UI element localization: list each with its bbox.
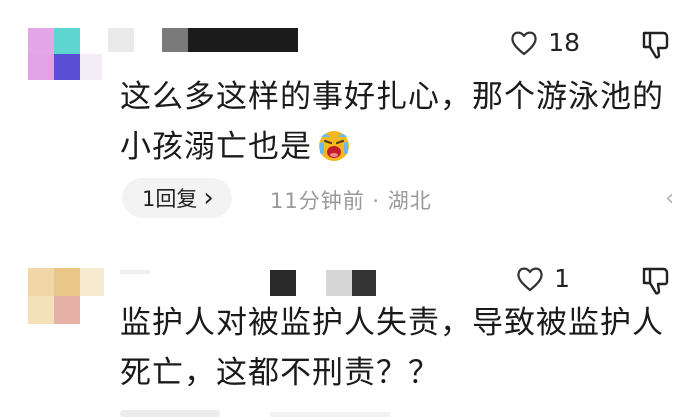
avatar-pixel (28, 54, 54, 80)
censor-block (352, 270, 376, 296)
avatar-pixel (28, 296, 54, 324)
avatar-pixel (54, 54, 80, 80)
censor-block (326, 270, 352, 296)
comment-1: 18 这么多这样的事好扎心，那个游泳池的 小孩溺亡也是 1回复 › 11分钟前 … (0, 0, 692, 240)
like-button[interactable]: 1 (516, 264, 580, 293)
comment-text: 监护人对被监护人失责，导致被监护人 死亡，这都不刑责？？ (120, 298, 680, 398)
comment-text-line: 小孩溺亡也是 (120, 122, 680, 172)
comment-text-fragment: 小孩溺亡也是 (120, 129, 312, 165)
thumb-down-icon[interactable] (642, 266, 670, 296)
censor-block (270, 270, 296, 296)
comment-meta: 11分钟前 · 湖北 (270, 189, 432, 213)
comment-2: 1 监护人对被监护人失责，导致被监护人 死亡，这都不刑责？？ (0, 240, 692, 417)
crying-emoji-icon (319, 131, 349, 161)
avatar-pixel (80, 268, 104, 296)
avatar-pixel (54, 28, 80, 54)
avatar-pixel (28, 28, 54, 54)
avatar[interactable] (24, 268, 108, 326)
cropped-reply-row (120, 410, 420, 417)
censor-block (188, 28, 298, 52)
censor-block (108, 28, 134, 52)
like-count: 1 (554, 264, 570, 293)
censor-block (162, 28, 188, 52)
chevron-right-icon: › (203, 183, 214, 213)
more-options-icon[interactable]: ‹ (665, 186, 674, 211)
avatar-pixel (54, 268, 80, 296)
censor-block (120, 270, 150, 274)
cropped-element (120, 410, 220, 417)
comment-text: 这么多这样的事好扎心，那个游泳池的 小孩溺亡也是 (120, 72, 680, 172)
heart-outline-icon (517, 267, 543, 291)
like-count: 18 (548, 28, 580, 57)
username-censored[interactable] (120, 270, 380, 298)
thumb-down-icon[interactable] (642, 30, 670, 60)
replies-label: 1回复 (142, 187, 198, 211)
username-censored[interactable] (108, 28, 298, 54)
avatar-pixel (54, 296, 80, 324)
avatar-pixel (80, 54, 102, 80)
avatar-pixel (28, 268, 54, 296)
replies-button[interactable]: 1回复 › (122, 178, 232, 218)
like-button[interactable]: 18 (510, 28, 580, 57)
cropped-element (270, 412, 390, 417)
avatar[interactable] (24, 24, 108, 82)
comment-text-line: 死亡，这都不刑责？？ (120, 355, 440, 391)
heart-outline-icon (511, 31, 537, 55)
comment-text-line: 监护人对被监护人失责，导致被监护人 (120, 305, 664, 341)
comment-text-line: 这么多这样的事好扎心，那个游泳池的 (120, 79, 664, 115)
